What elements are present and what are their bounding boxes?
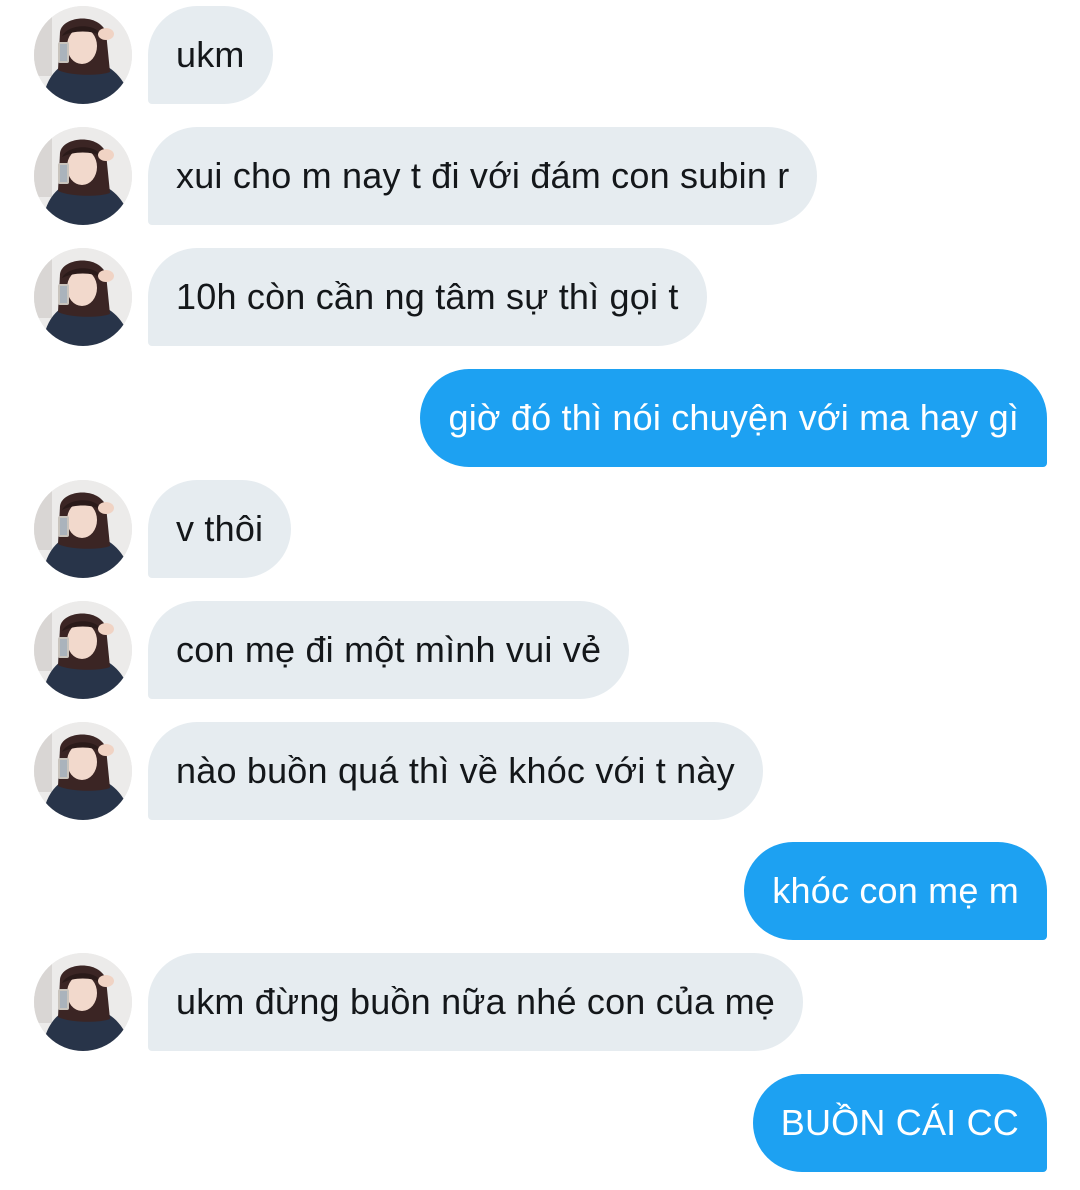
message-text: ukm đừng buồn nữa nhé con của mẹ — [176, 981, 775, 1022]
message-row: nào buồn quá thì về khóc với t này — [0, 722, 1080, 820]
message-bubble-outgoing[interactable]: giờ đó thì nói chuyện với ma hay gì — [420, 369, 1047, 467]
message-thread: ukm xui cho m nay t đi với đám con subin… — [0, 0, 1080, 1190]
avatar[interactable] — [34, 601, 132, 699]
message-row: ukm đừng buồn nữa nhé con của mẹ — [0, 953, 1080, 1051]
message-bubble-incoming[interactable]: con mẹ đi một mình vui vẻ — [148, 601, 630, 699]
message-row: giờ đó thì nói chuyện với ma hay gì — [0, 369, 1080, 467]
message-text: khóc con mẹ m — [772, 870, 1019, 911]
message-row: 10h còn cần ng tâm sự thì gọi t — [0, 248, 1080, 346]
message-bubble-outgoing[interactable]: BUỒN CÁI CC — [752, 1074, 1047, 1172]
message-bubble-outgoing[interactable]: khóc con mẹ m — [744, 842, 1047, 940]
avatar[interactable] — [34, 127, 132, 225]
message-text: 10h còn cần ng tâm sự thì gọi t — [176, 276, 679, 317]
message-row: BUỒN CÁI CC — [0, 1074, 1080, 1172]
avatar[interactable] — [34, 6, 132, 104]
avatar[interactable] — [34, 722, 132, 820]
message-text: con mẹ đi một mình vui vẻ — [176, 629, 602, 670]
avatar[interactable] — [34, 953, 132, 1051]
avatar[interactable] — [34, 248, 132, 346]
message-text: BUỒN CÁI CC — [780, 1102, 1019, 1143]
message-text: nào buồn quá thì về khóc với t này — [176, 750, 735, 791]
message-bubble-incoming[interactable]: ukm — [148, 6, 273, 104]
message-text: giờ đó thì nói chuyện với ma hay gì — [448, 397, 1019, 438]
message-row: ukm — [0, 6, 1080, 104]
message-bubble-incoming[interactable]: ukm đừng buồn nữa nhé con của mẹ — [148, 953, 803, 1051]
message-row: v thôi — [0, 480, 1080, 578]
message-text: v thôi — [176, 508, 264, 549]
message-row: xui cho m nay t đi với đám con subin r — [0, 127, 1080, 225]
message-text: xui cho m nay t đi với đám con subin r — [176, 155, 790, 196]
message-row: con mẹ đi một mình vui vẻ — [0, 601, 1080, 699]
message-bubble-incoming[interactable]: 10h còn cần ng tâm sự thì gọi t — [148, 248, 707, 346]
message-text: ukm — [176, 34, 245, 75]
message-row: khóc con mẹ m — [0, 842, 1080, 940]
message-bubble-incoming[interactable]: v thôi — [148, 480, 292, 578]
message-bubble-incoming[interactable]: xui cho m nay t đi với đám con subin r — [148, 127, 818, 225]
message-bubble-incoming[interactable]: nào buồn quá thì về khóc với t này — [148, 722, 763, 820]
avatar[interactable] — [34, 480, 132, 578]
